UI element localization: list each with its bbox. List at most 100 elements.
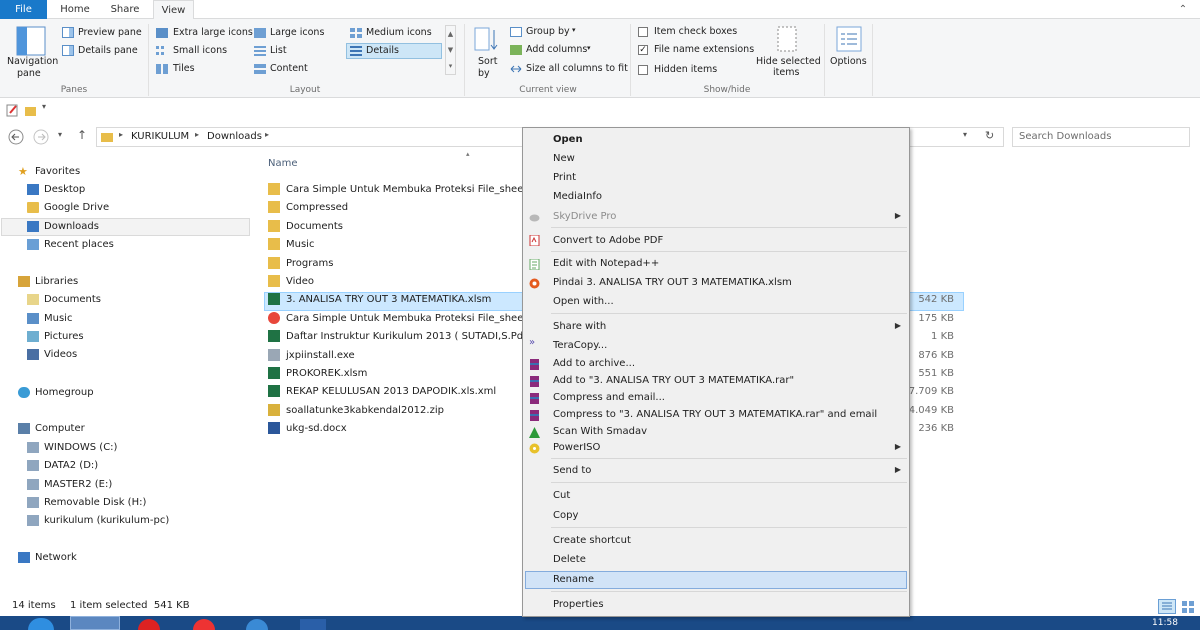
sort-by-button[interactable]: Sort: [478, 56, 497, 67]
taskbar-browser-icon[interactable]: [246, 619, 268, 630]
file-row[interactable]: 3. ANALISA TRY OUT 3 MATEMATIKA.xlsm: [268, 291, 522, 309]
menu-mediainfo[interactable]: MediaInfo: [553, 188, 602, 205]
file-row[interactable]: Compressed: [268, 199, 522, 217]
breadcrumb-downloads[interactable]: Downloads: [207, 131, 262, 142]
file-row[interactable]: Music: [268, 236, 522, 254]
refresh-icon[interactable]: ↻: [985, 129, 994, 142]
address-dropdown-icon[interactable]: ▾: [963, 130, 967, 139]
tab-home[interactable]: Home: [54, 0, 96, 19]
new-folder-qat-icon[interactable]: [24, 104, 37, 117]
size-all-columns-button[interactable]: Size all columns to fit: [526, 63, 628, 74]
nav-drive-c[interactable]: WINDOWS (C:): [27, 439, 117, 456]
qat-dropdown-icon[interactable]: ▾: [42, 102, 46, 111]
menu-properties[interactable]: Properties: [553, 596, 604, 613]
file-row[interactable]: soallatunke3kabkendal2012.zip: [268, 402, 522, 420]
start-button[interactable]: [28, 618, 54, 630]
menu-compress-email[interactable]: Compress and email...: [553, 389, 665, 406]
menu-add-to-archive[interactable]: Add to archive...: [553, 355, 635, 372]
nav-downloads[interactable]: Downloads: [27, 218, 99, 235]
nav-computer[interactable]: Computer: [18, 420, 85, 437]
file-row[interactable]: Cara Simple Untuk Membuka Proteksi File_…: [268, 181, 522, 199]
large-icons-view-icon[interactable]: [1180, 599, 1196, 614]
file-row[interactable]: ukg-sd.docx: [268, 420, 522, 438]
file-row[interactable]: Documents: [268, 218, 522, 236]
menu-pindai[interactable]: Pindai 3. ANALISA TRY OUT 3 MATEMATIKA.x…: [553, 274, 792, 291]
options-button[interactable]: Options: [830, 56, 867, 67]
nav-desktop[interactable]: Desktop: [27, 181, 85, 198]
breadcrumb-kurikulum[interactable]: KURIKULUM: [131, 131, 189, 142]
taskbar-opera-icon[interactable]: [193, 619, 215, 630]
menu-compress-rar-email[interactable]: Compress to "3. ANALISA TRY OUT 3 MATEMA…: [553, 406, 877, 423]
menu-create-shortcut[interactable]: Create shortcut: [553, 532, 631, 549]
extra-large-icons-button[interactable]: Extra large icons: [173, 27, 253, 38]
tiles-button[interactable]: Tiles: [173, 63, 195, 74]
nav-homegroup[interactable]: Homegroup: [18, 384, 94, 401]
small-icons-button[interactable]: Small icons: [173, 45, 227, 56]
hidden-items-checkbox[interactable]: [638, 65, 648, 75]
medium-icons-button[interactable]: Medium icons: [366, 27, 432, 38]
menu-rename[interactable]: Rename: [553, 571, 594, 588]
menu-add-to-rar[interactable]: Add to "3. ANALISA TRY OUT 3 MATEMATIKA.…: [553, 372, 794, 389]
menu-share-with[interactable]: Share with: [553, 318, 606, 335]
file-row[interactable]: jxpiinstall.exe: [268, 347, 522, 365]
file-row[interactable]: Video: [268, 273, 522, 291]
file-name-extensions-checkbox[interactable]: ✓: [638, 45, 648, 55]
nav-libraries[interactable]: Libraries: [18, 273, 78, 290]
group-by-button[interactable]: Group by: [526, 26, 570, 37]
nav-network[interactable]: Network: [18, 549, 77, 566]
nav-network-drive[interactable]: kurikulum (kurikulum-pc): [27, 512, 169, 529]
menu-skydrive-pro[interactable]: SkyDrive Pro: [553, 208, 616, 225]
menu-print[interactable]: Print: [553, 169, 576, 186]
details-view-icon[interactable]: [1158, 599, 1176, 614]
file-row[interactable]: Programs: [268, 255, 522, 273]
menu-open[interactable]: Open: [553, 131, 583, 148]
nav-pictures[interactable]: Pictures: [27, 328, 84, 345]
back-icon[interactable]: [8, 129, 24, 145]
large-icons-button[interactable]: Large icons: [270, 27, 324, 38]
nav-recent-places[interactable]: Recent places: [27, 236, 114, 253]
tab-share[interactable]: Share: [103, 0, 147, 19]
menu-copy[interactable]: Copy: [553, 507, 578, 524]
file-row[interactable]: Daftar Instruktur Kurikulum 2013 ( SUTAD…: [268, 328, 522, 346]
menu-convert-pdf[interactable]: Convert to Adobe PDF: [553, 232, 663, 249]
menu-cut[interactable]: Cut: [553, 487, 570, 504]
list-button[interactable]: List: [270, 45, 287, 56]
nav-drive-d[interactable]: DATA2 (D:): [27, 457, 98, 474]
tab-view[interactable]: View: [153, 0, 194, 20]
add-columns-button[interactable]: Add columns: [526, 44, 587, 55]
column-header-name[interactable]: Name: [268, 158, 298, 169]
tab-file[interactable]: File: [0, 0, 47, 19]
menu-open-with[interactable]: Open with...: [553, 293, 614, 310]
taskbar-explorer[interactable]: [70, 616, 120, 630]
recent-locations-icon[interactable]: ▾: [58, 130, 62, 139]
menu-delete[interactable]: Delete: [553, 551, 586, 568]
navigation-pane-button[interactable]: Navigation: [7, 56, 58, 67]
details-pane-button[interactable]: Details pane: [78, 45, 138, 56]
ribbon-collapse-icon[interactable]: ⌃: [1176, 3, 1190, 17]
file-row[interactable]: PROKOREK.xlsm: [268, 365, 522, 383]
menu-scan-smadav[interactable]: Scan With Smadav: [553, 423, 647, 440]
nav-drive-e[interactable]: MASTER2 (E:): [27, 476, 112, 493]
item-check-boxes-checkbox[interactable]: [638, 27, 648, 37]
nav-documents[interactable]: Documents: [27, 291, 101, 308]
layout-scroll[interactable]: ▲ ▼ ▾: [445, 25, 456, 75]
taskbar-app-icon[interactable]: [138, 619, 160, 630]
nav-google-drive[interactable]: Google Drive: [27, 199, 109, 216]
menu-poweriso[interactable]: PowerISO: [553, 439, 600, 456]
hide-selected-items-button[interactable]: Hide selected: [756, 56, 821, 67]
nav-drive-h[interactable]: Removable Disk (H:): [27, 494, 146, 511]
forward-icon[interactable]: [33, 129, 49, 145]
details-button[interactable]: Details: [366, 45, 399, 56]
up-icon[interactable]: ↑: [77, 128, 87, 142]
nav-videos[interactable]: Videos: [27, 346, 77, 363]
menu-send-to[interactable]: Send to: [553, 462, 591, 479]
nav-favorites[interactable]: ★ Favorites: [18, 163, 80, 180]
menu-teracopy[interactable]: TeraCopy...: [553, 337, 607, 354]
menu-new[interactable]: New: [553, 150, 575, 167]
nav-music[interactable]: Music: [27, 310, 72, 327]
preview-pane-button[interactable]: Preview pane: [78, 27, 142, 38]
taskbar-word-icon[interactable]: [300, 619, 326, 630]
content-button[interactable]: Content: [270, 63, 308, 74]
file-row[interactable]: REKAP KELULUSAN 2013 DAPODIK.xls.xml: [268, 383, 522, 401]
properties-qat-icon[interactable]: [6, 104, 19, 117]
